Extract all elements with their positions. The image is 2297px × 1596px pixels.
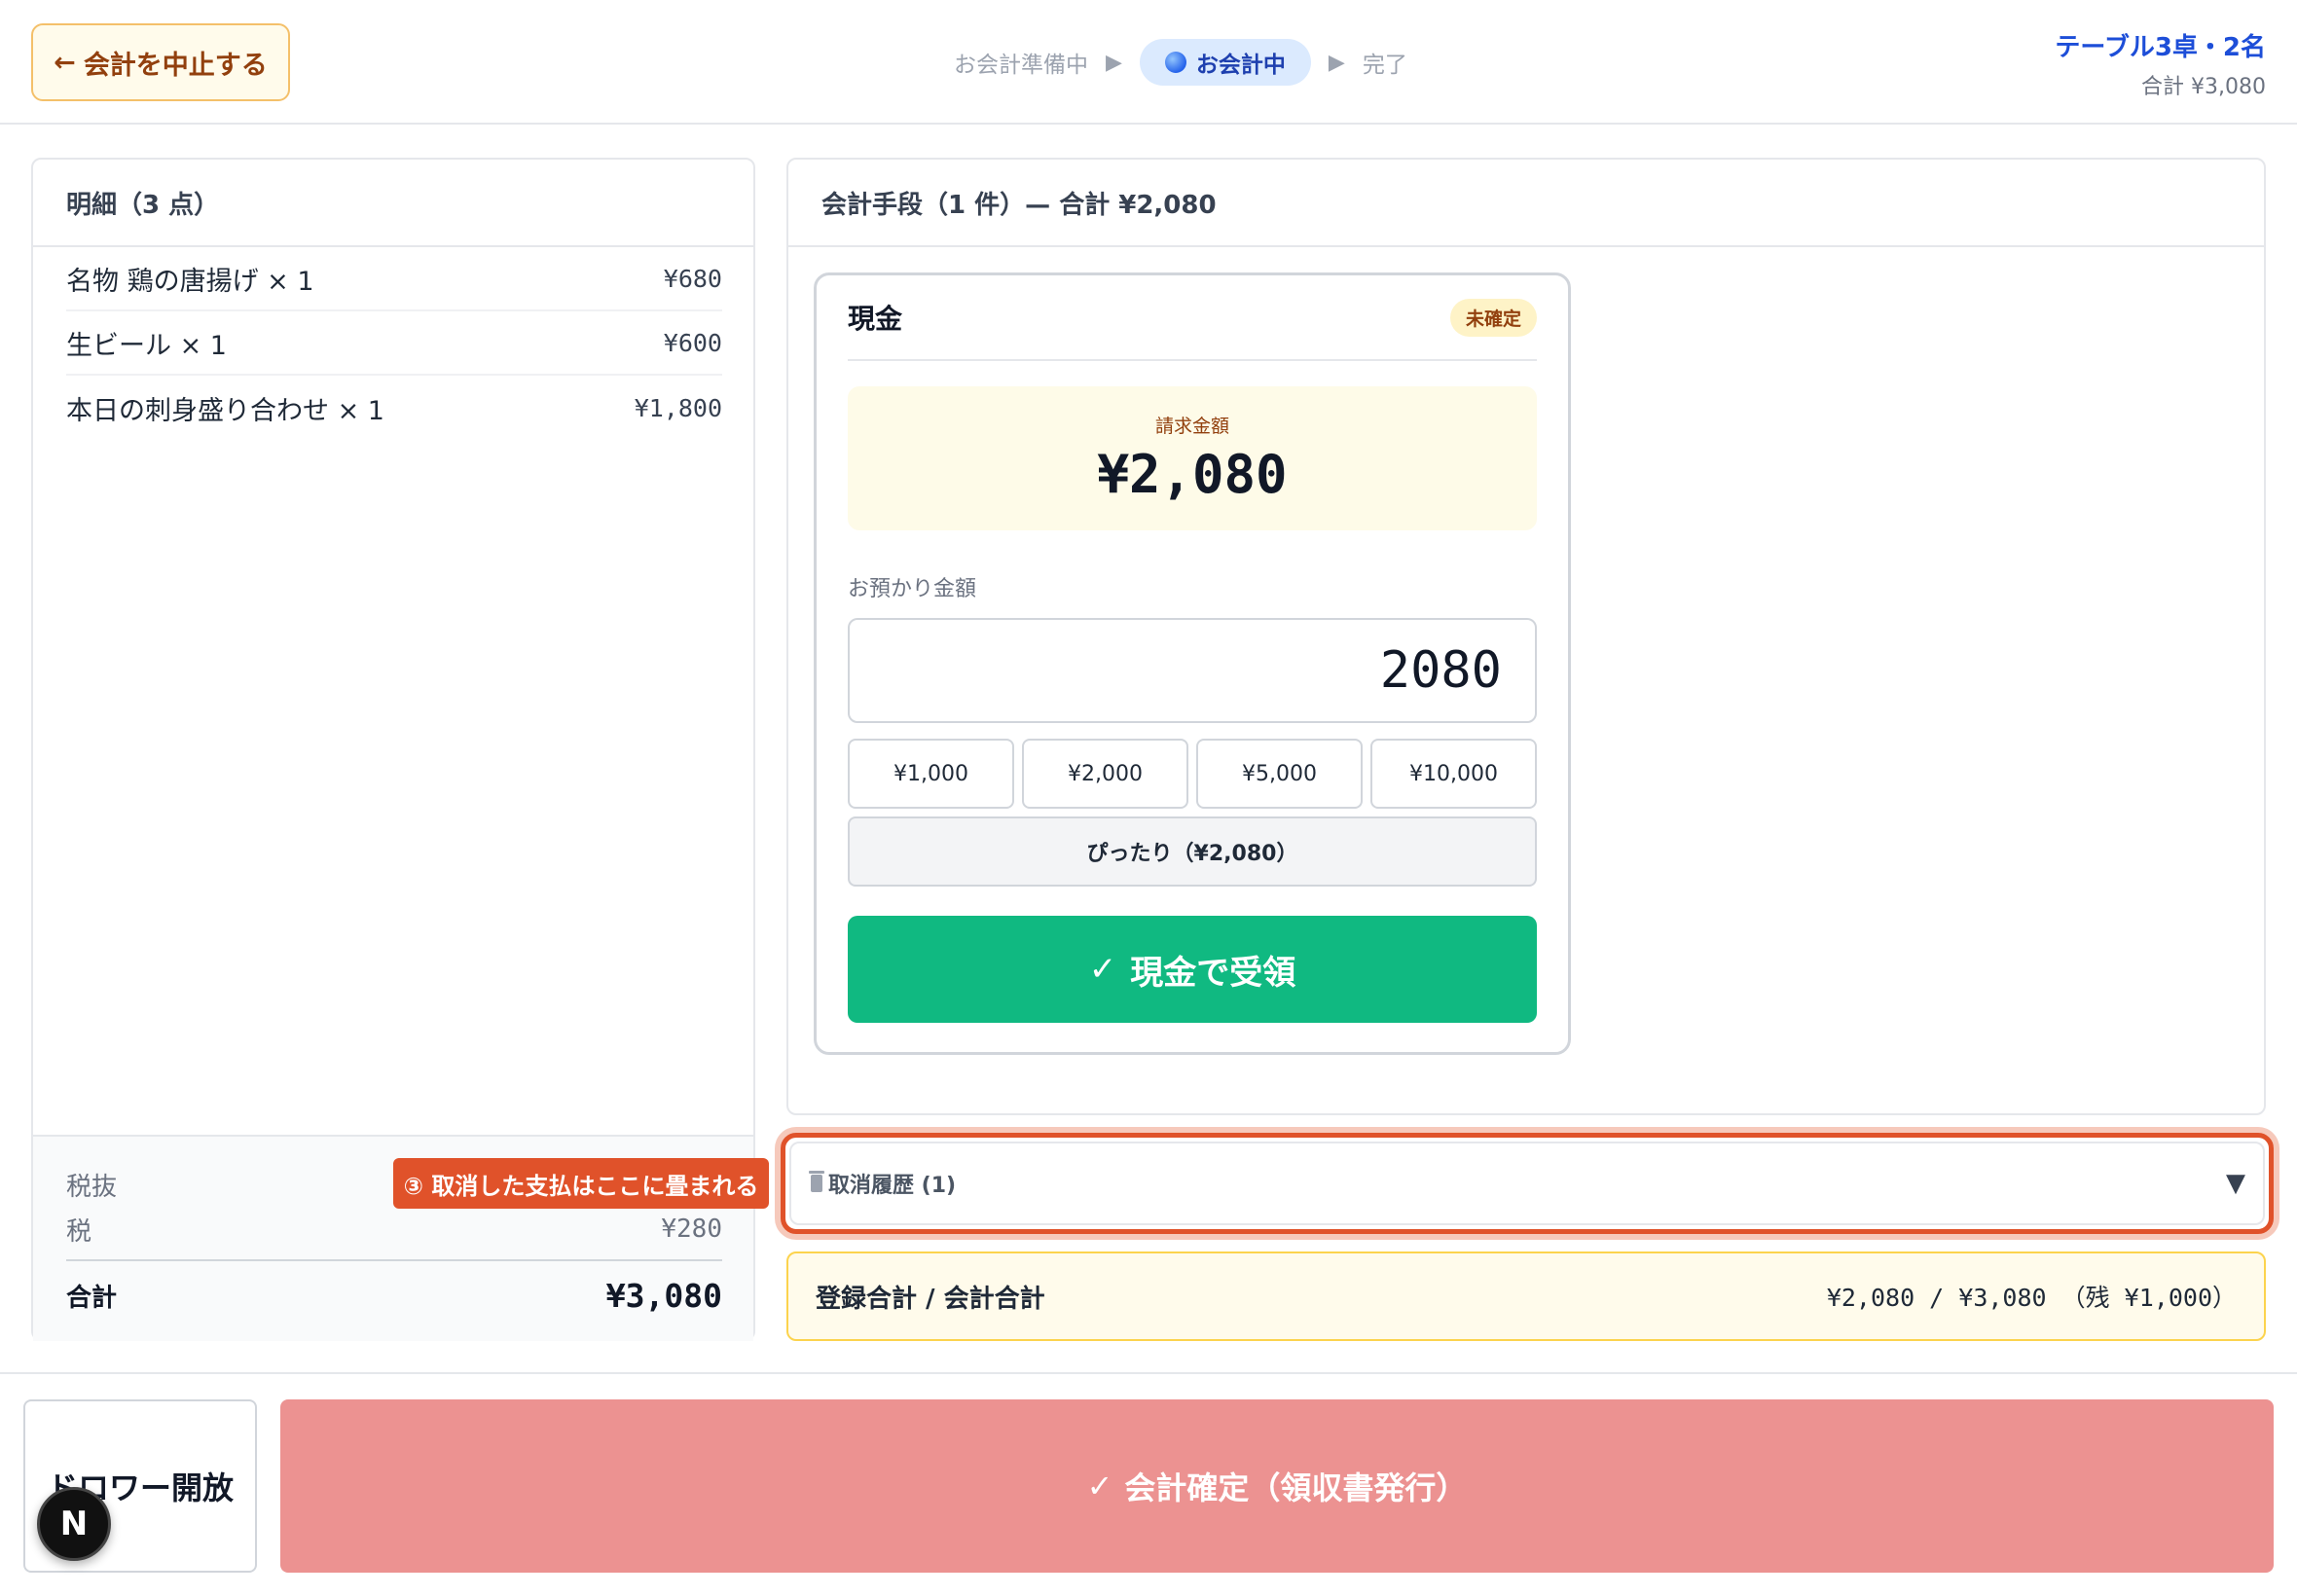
receive-cash-label: 現金で受領 — [1130, 953, 1296, 993]
payment-methods-panel: 会計手段（1 件）— 合計 ¥2,080 現金 未確定 請求金額 ¥2,080 … — [786, 158, 2266, 1115]
order-item-price: ¥680 — [663, 264, 722, 293]
quick-amount-buttons: ¥1,000 ¥2,000 ¥5,000 ¥10,000 — [848, 739, 1537, 809]
total-value: ¥3,080 — [605, 1276, 722, 1315]
header: ← 会計を中止する お会計準備中 ▶ お会計中 ▶ 完了 テーブル3卓・2名 合… — [0, 0, 2297, 125]
payment-methods-title: 会計手段（1 件）— 合計 ¥2,080 — [788, 160, 2264, 247]
trash-icon — [809, 1171, 824, 1192]
cancel-history-header: 取消履歴 (1) — [809, 1168, 957, 1199]
billing-amount-label: 請求金額 — [1154, 416, 1229, 437]
tax-label: 税 — [66, 1216, 92, 1247]
dev-tools-badge[interactable]: N — [37, 1487, 111, 1561]
active-dot-icon — [1164, 52, 1186, 73]
received-amount-input[interactable]: 2080 — [848, 618, 1537, 723]
step-prep: お会計準備中 — [954, 53, 1088, 78]
billing-amount-box: 請求金額 ¥2,080 — [848, 386, 1537, 530]
step-active-label: お会計中 — [1195, 53, 1286, 78]
received-amount-label: お預かり金額 — [848, 577, 977, 601]
annotation-callout: ③ 取消した支払はここに畳まれる — [393, 1158, 769, 1209]
order-details-title: 明細（3 点） — [33, 160, 753, 247]
exact-amount-button[interactable]: ぴったり（¥2,080） — [848, 816, 1537, 887]
order-item-price: ¥1,800 — [634, 393, 722, 422]
cash-card-header: 現金 未確定 — [848, 275, 1537, 361]
total-row: 合計 ¥3,080 — [66, 1259, 722, 1320]
total-label: 合計 — [66, 1283, 118, 1313]
table-name: テーブル3卓・2名 — [2055, 33, 2266, 62]
quick-amount-5000-button[interactable]: ¥5,000 — [1196, 739, 1363, 809]
progress-steps: お会計準備中 ▶ お会計中 ▶ 完了 — [954, 39, 1407, 86]
table-info: テーブル3卓・2名 合計 ¥3,080 — [2055, 27, 2266, 100]
status-badge: 未確定 — [1449, 298, 1537, 337]
subtotal-label: 税抜 — [66, 1172, 118, 1202]
cancel-history-accordion[interactable]: 取消履歴 (1) ▼ — [789, 1142, 2265, 1225]
confirm-checkout-label: 会計確定（領収書発行） — [1124, 1469, 1468, 1506]
cancel-history-label: 取消履歴 (1) — [828, 1174, 957, 1198]
arrow-left-icon: ← — [54, 47, 76, 78]
check-icon: ✓ — [1088, 950, 1117, 989]
step-arrow-icon: ▶ — [1106, 50, 1122, 75]
cancel-checkout-label: 会計を中止する — [83, 50, 268, 81]
cash-payment-card: 現金 未確定 請求金額 ¥2,080 お預かり金額 2080 ¥1,000 ¥2… — [814, 272, 1571, 1055]
step-arrow-icon: ▶ — [1328, 50, 1345, 75]
order-item: 生ビール × 1 ¥600 — [66, 311, 722, 376]
cash-card-title: 現金 — [848, 303, 903, 335]
registered-totals-bar: 登録合計 / 会計合計 ¥2,080 / ¥3,080 （残 ¥1,000） — [786, 1251, 2266, 1341]
footer: ドロワー開放 ✓ 会計確定（領収書発行） — [0, 1372, 2297, 1596]
quick-amount-10000-button[interactable]: ¥10,000 — [1370, 739, 1537, 809]
quick-amount-1000-button[interactable]: ¥1,000 — [848, 739, 1014, 809]
check-icon: ✓ — [1086, 1468, 1113, 1505]
order-item-list: 名物 鶏の唐揚げ × 1 ¥680 生ビール × 1 ¥600 本日の刺身盛り合… — [33, 247, 753, 440]
quick-amount-2000-button[interactable]: ¥2,000 — [1022, 739, 1188, 809]
cancel-history-highlight: 取消履歴 (1) ▼ — [781, 1133, 2274, 1234]
step-active: お会計中 — [1139, 39, 1311, 86]
step-done: 完了 — [1362, 53, 1407, 78]
chevron-down-icon[interactable]: ▼ — [2226, 1169, 2245, 1198]
registered-totals-label: 登録合計 / 会計合計 — [816, 1284, 1045, 1314]
receive-cash-button[interactable]: ✓ 現金で受領 — [848, 916, 1537, 1023]
tax-value: ¥280 — [661, 1215, 722, 1244]
cancel-checkout-button[interactable]: ← 会計を中止する — [31, 23, 290, 101]
order-item-name: 名物 鶏の唐揚げ × 1 — [66, 266, 314, 297]
confirm-checkout-button[interactable]: ✓ 会計確定（領収書発行） — [280, 1399, 2274, 1573]
order-item-name: 生ビール × 1 — [66, 330, 227, 361]
order-item: 本日の刺身盛り合わせ × 1 ¥1,800 — [66, 376, 722, 440]
billing-amount-value: ¥2,080 — [1097, 444, 1288, 505]
order-item-price: ¥600 — [663, 328, 722, 357]
table-total: 合計 ¥3,080 — [2141, 75, 2266, 99]
order-item-name: 本日の刺身盛り合わせ × 1 — [66, 395, 384, 426]
tax-row: 税 ¥280 — [66, 1207, 722, 1251]
registered-totals-value: ¥2,080 / ¥3,080 （残 ¥1,000） — [1826, 1284, 2237, 1312]
order-item: 名物 鶏の唐揚げ × 1 ¥680 — [66, 247, 722, 311]
